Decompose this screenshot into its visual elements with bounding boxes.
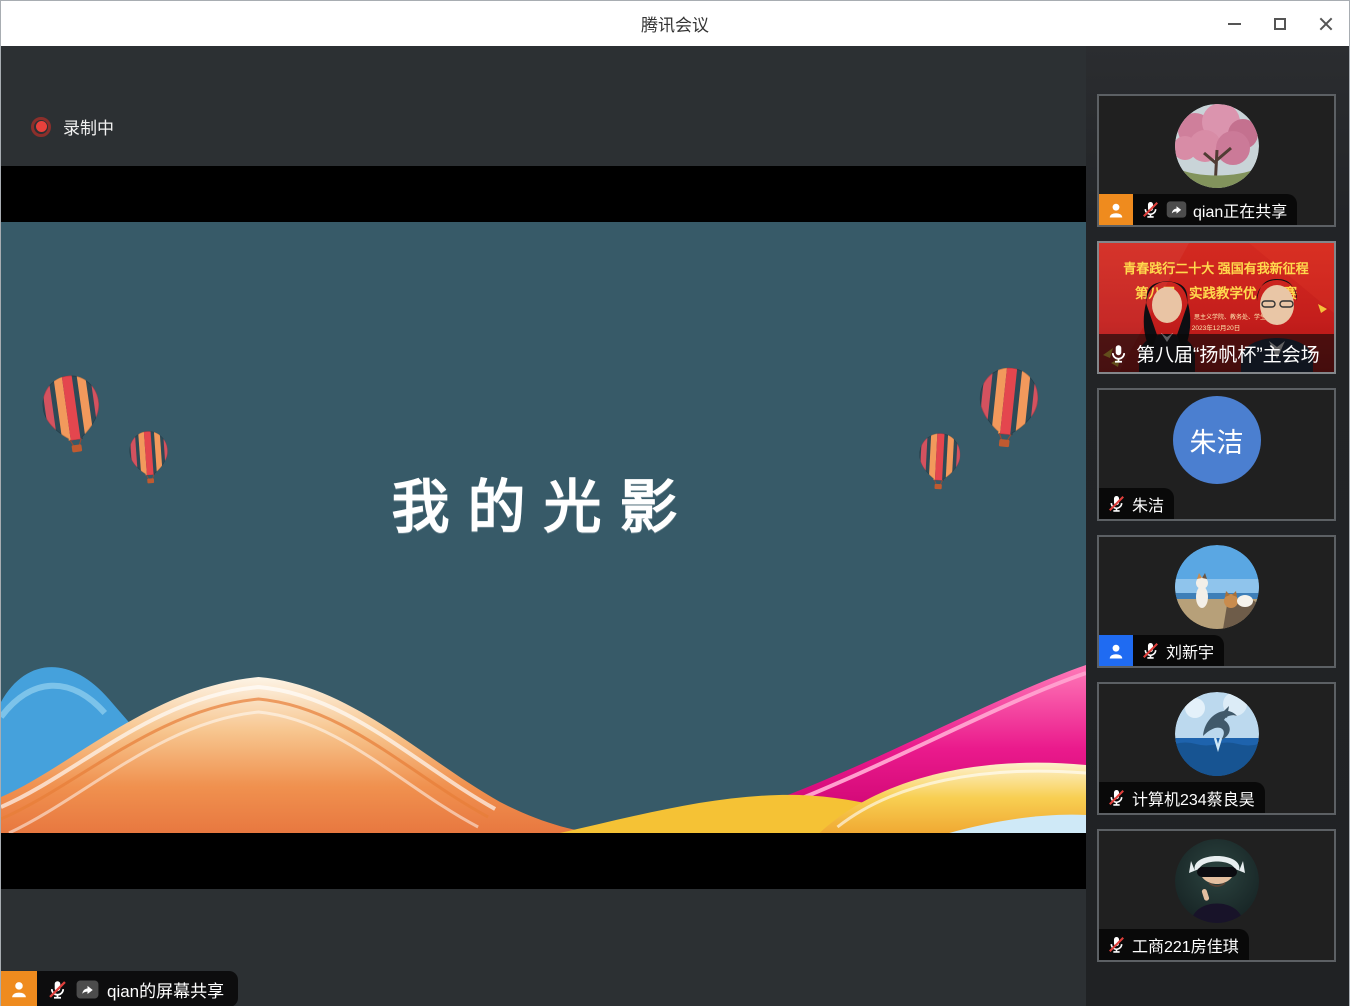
initials-avatar: 朱洁 xyxy=(1173,396,1261,484)
participants-sidebar: qian正在共享 青春践行二十大 强国有我新征程 xyxy=(1086,46,1349,1006)
host-badge-icon xyxy=(1099,194,1133,225)
letterbox-bottom xyxy=(1,833,1086,889)
participant-name: 刘新宇 xyxy=(1166,639,1214,663)
participant-label: 工商221房佳琪 xyxy=(1099,929,1249,960)
hot-air-balloon-icon xyxy=(972,363,1044,451)
screen-share-banner[interactable]: qian的屏幕共享 xyxy=(1,971,238,1006)
window-title: 腾讯会议 xyxy=(641,11,709,36)
participant-label: 朱洁 xyxy=(1099,488,1174,519)
mic-muted-icon xyxy=(1107,494,1126,513)
participant-name: 工商221房佳琪 xyxy=(1132,933,1239,957)
maximize-button[interactable] xyxy=(1257,1,1303,46)
stage-top-band: 录制中 xyxy=(1,46,1086,166)
hot-air-balloon-icon xyxy=(36,370,108,457)
participant-tile-qian[interactable]: qian正在共享 xyxy=(1097,94,1336,227)
mic-muted-icon xyxy=(1141,200,1160,219)
stage-bottom-band: qian的屏幕共享 xyxy=(1,889,1086,1006)
mic-on-icon xyxy=(1108,343,1129,364)
recording-label: 录制中 xyxy=(63,114,114,139)
cherry-blossom-avatar-image xyxy=(1175,104,1259,188)
participant-label: 计算机234蔡良昊 xyxy=(1099,782,1265,813)
participant-name: 计算机234蔡良昊 xyxy=(1132,786,1255,810)
minimize-button[interactable] xyxy=(1211,1,1257,46)
slide-title: 我的光影 xyxy=(1,460,1086,544)
screen-share-label: qian的屏幕共享 xyxy=(107,977,224,1002)
participant-label: 第八届“扬帆杯”主会场 xyxy=(1099,334,1334,372)
close-button[interactable] xyxy=(1303,1,1349,46)
svg-text:青春践行二十大 强国有我新征程: 青春践行二十大 强国有我新征程 xyxy=(1123,261,1309,276)
mic-muted-icon xyxy=(47,979,68,1000)
participant-name: 朱洁 xyxy=(1132,492,1164,516)
meeting-window: 腾讯会议 录制中 我的光影 xyxy=(0,0,1350,1006)
titlebar: 腾讯会议 xyxy=(1,1,1349,46)
close-icon xyxy=(1319,17,1333,31)
avatar xyxy=(1175,104,1259,188)
avatar xyxy=(1175,839,1259,923)
maximize-icon xyxy=(1274,18,1286,30)
avatar xyxy=(1175,545,1259,629)
cats-beach-avatar-image xyxy=(1175,545,1259,629)
minimize-icon xyxy=(1228,23,1241,25)
participant-label: 刘新宇 xyxy=(1099,635,1224,666)
mic-muted-icon xyxy=(1107,788,1126,807)
host-badge-icon xyxy=(1,971,37,1006)
recording-dot-icon xyxy=(31,117,51,137)
participant-tile-main-venue[interactable]: 青春践行二十大 强国有我新征程 第八届 实践教学优 大赛 思主义学院、教务处、学… xyxy=(1097,241,1336,374)
participant-name: qian正在共享 xyxy=(1193,198,1287,222)
cohost-badge-icon xyxy=(1099,635,1133,666)
avatar-initials: 朱洁 xyxy=(1190,421,1244,460)
svg-text:2023年12月20日: 2023年12月20日 xyxy=(1192,323,1240,332)
mic-muted-icon xyxy=(1141,641,1160,660)
presentation-slide: 我的光影 xyxy=(1,222,1086,833)
screen-share-icon xyxy=(76,980,99,999)
window-controls xyxy=(1211,1,1349,46)
shared-screen-stage: 录制中 我的光影 xyxy=(1,46,1086,1006)
participant-name: 第八届“扬帆杯”主会场 xyxy=(1136,340,1320,367)
participant-tile-fangjiaqi[interactable]: 工商221房佳琪 xyxy=(1097,829,1336,962)
avatar xyxy=(1175,692,1259,776)
recording-indicator[interactable]: 录制中 xyxy=(31,114,114,139)
participant-tile-zhujie[interactable]: 朱洁 朱洁 xyxy=(1097,388,1336,521)
mic-muted-icon xyxy=(1107,935,1126,954)
letterbox-top xyxy=(1,166,1086,222)
participant-label: qian正在共享 xyxy=(1099,194,1297,225)
participant-tile-cailianghao[interactable]: 计算机234蔡良昊 xyxy=(1097,682,1336,815)
dolphin-avatar-image xyxy=(1175,692,1259,776)
anime-avatar-image xyxy=(1175,839,1259,923)
screen-share-icon xyxy=(1166,201,1187,218)
participant-tile-liuxinyu[interactable]: 刘新宇 xyxy=(1097,535,1336,668)
slide-wave-graphic xyxy=(1,647,1086,833)
